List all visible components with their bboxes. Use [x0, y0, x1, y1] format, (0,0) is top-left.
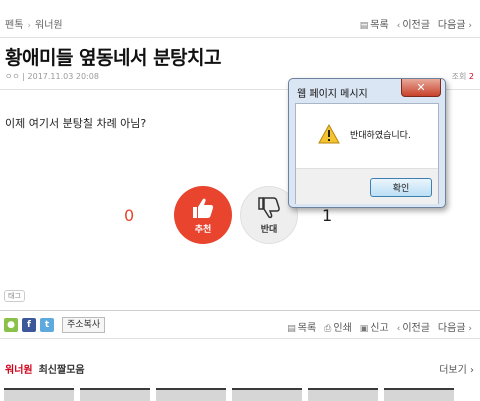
- thumbs-up-icon: [193, 198, 214, 218]
- upvote-button[interactable]: 추천: [174, 186, 232, 244]
- bottom-navigation: ▤ 목록 ⎙ 인쇄 ▣ 신고 ‹ 이전글 다음글 ›: [287, 319, 474, 334]
- divider: [0, 338, 480, 339]
- dialog-ok-button[interactable]: 확인: [370, 178, 432, 197]
- report-link[interactable]: ▣ 신고: [360, 319, 389, 334]
- tag-chip[interactable]: 태그: [4, 290, 25, 302]
- thumbnail[interactable]: [232, 388, 302, 401]
- top-bar: 펜톡 › 워너원 ▤ 목록 ‹ 이전글 다음글 ›: [0, 0, 480, 38]
- top-navigation: ▤ 목록 ‹ 이전글 다음글 ›: [360, 16, 474, 31]
- list-label: 목록: [370, 20, 389, 31]
- chevron-right-icon: ›: [470, 365, 474, 376]
- prev-link[interactable]: ‹ 이전글: [397, 319, 430, 334]
- printer-icon: ⎙: [324, 324, 332, 334]
- chevron-right-icon: ›: [465, 324, 472, 334]
- breadcrumb-board[interactable]: 워너원: [35, 20, 63, 31]
- downvote-label: 반대: [260, 224, 278, 235]
- prev-label: 이전글: [402, 20, 430, 31]
- thumbnail[interactable]: [80, 388, 150, 401]
- chevron-left-icon: ‹: [396, 21, 401, 31]
- dialog-footer: 확인: [296, 168, 438, 204]
- post-title: 황애미들 옆동네서 분탕치고: [5, 47, 222, 69]
- thumbnail[interactable]: [384, 388, 454, 401]
- prev-link[interactable]: ‹ 이전글: [397, 16, 430, 31]
- chevron-left-icon: ‹: [396, 324, 401, 334]
- kakao-share-icon[interactable]: ●: [4, 318, 18, 332]
- latest-section-title: 워너원 최신짤모음: [5, 361, 85, 376]
- thumbnail-strip: [0, 388, 480, 401]
- next-link[interactable]: 다음글 ›: [438, 16, 474, 31]
- warning-icon: [318, 124, 340, 144]
- upvote-count: 0: [124, 206, 135, 225]
- post-meta: ㅇㅇ | 2017.11.03 20:08: [5, 71, 99, 82]
- facebook-share-icon[interactable]: f: [22, 318, 36, 332]
- breadcrumb-home[interactable]: 펜톡: [5, 20, 23, 31]
- print-label: 인쇄: [333, 323, 352, 334]
- list-icon: ▤: [287, 324, 296, 334]
- dialog-title: 웹 페이지 메시지: [297, 89, 368, 100]
- print-link[interactable]: ⎙ 인쇄: [324, 319, 352, 334]
- thumbs-down-icon: [258, 196, 280, 218]
- thumbnail[interactable]: [4, 388, 74, 401]
- chevron-right-icon: ›: [465, 21, 472, 31]
- divider: [0, 310, 480, 311]
- post-body: 이제 여기서 분탕칠 차례 아님?: [5, 117, 147, 130]
- next-link[interactable]: 다음글 ›: [438, 319, 474, 334]
- dialog-body: 반대하였습니다. 확인: [295, 103, 439, 204]
- list-link[interactable]: ▤ 목록: [360, 16, 389, 31]
- more-link[interactable]: 더보기 ›: [439, 361, 474, 376]
- downvote-count: 1: [322, 206, 333, 225]
- copy-url-button[interactable]: 주소복사: [62, 317, 106, 333]
- post-views: 조회 2: [452, 71, 474, 82]
- latest-title-text: 최신짤모음: [38, 365, 85, 376]
- twitter-share-icon[interactable]: t: [40, 318, 54, 332]
- alert-dialog: 웹 페이지 메시지 ✕ 반대하였습니다. 확인: [288, 78, 446, 208]
- list-link[interactable]: ▤ 목록: [287, 319, 316, 334]
- more-label: 더보기: [439, 365, 467, 376]
- list-icon: ▤: [359, 21, 369, 31]
- list-label: 목록: [297, 323, 317, 334]
- dialog-message: 반대하였습니다.: [350, 131, 411, 141]
- prev-label: 이전글: [402, 323, 430, 334]
- post-author[interactable]: ㅇㅇ: [5, 72, 20, 81]
- post-date: 2017.11.03 20:08: [27, 72, 99, 81]
- dialog-close-button[interactable]: ✕: [401, 79, 441, 97]
- report-label: 신고: [370, 323, 389, 334]
- latest-board-name[interactable]: 워너원: [5, 365, 33, 376]
- report-icon: ▣: [359, 324, 369, 334]
- views-value: 2: [468, 72, 474, 81]
- upvote-label: 추천: [194, 224, 212, 235]
- views-label: 조회: [451, 72, 467, 81]
- chevron-right-icon: ›: [27, 21, 32, 31]
- next-label: 다음글: [437, 323, 466, 334]
- thumbnail[interactable]: [308, 388, 378, 401]
- breadcrumb: 펜톡 › 워너원: [5, 16, 63, 31]
- share-row: ● f t 주소복사: [4, 317, 106, 333]
- thumbnail[interactable]: [156, 388, 226, 401]
- next-label: 다음글: [437, 20, 466, 31]
